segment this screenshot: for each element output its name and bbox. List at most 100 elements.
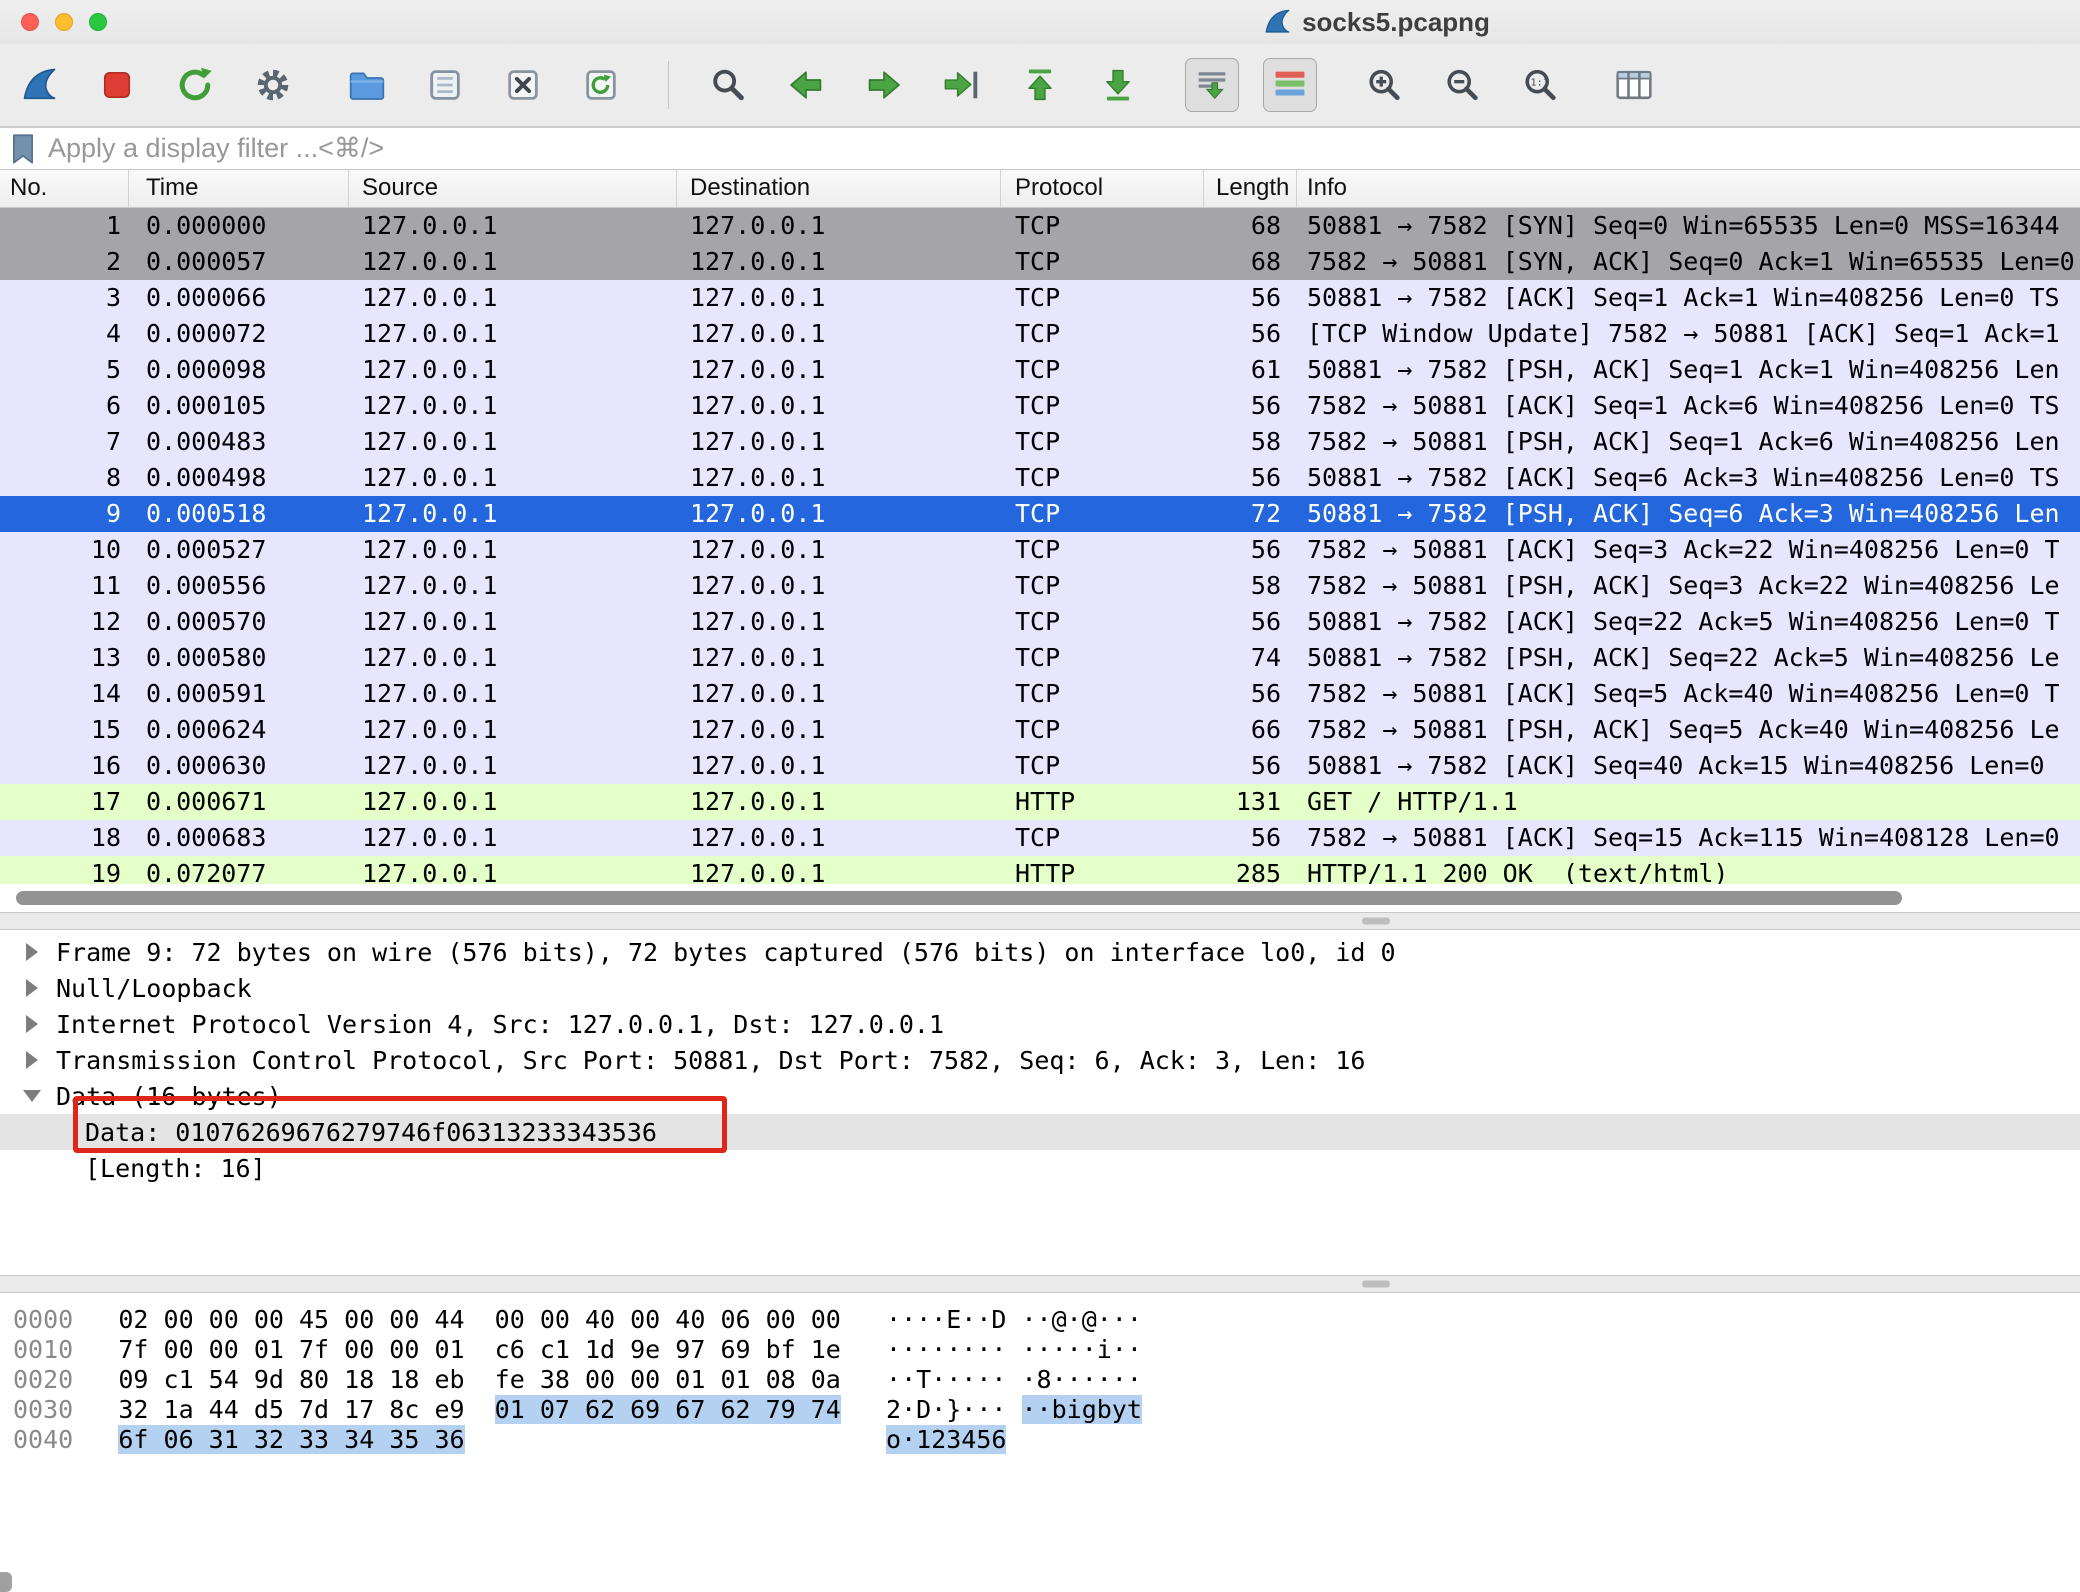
resize-columns-button[interactable] (1607, 58, 1661, 112)
column-header-length[interactable]: Length (1204, 170, 1297, 207)
packet-cell-len: 58 (1204, 568, 1297, 604)
packet-row-1[interactable]: 10.000000127.0.0.1127.0.0.1TCP6850881 → … (0, 208, 2080, 244)
packet-row-18[interactable]: 180.000683127.0.0.1127.0.0.1TCP567582 → … (0, 820, 2080, 856)
packet-row-11[interactable]: 110.000556127.0.0.1127.0.0.1TCP587582 → … (0, 568, 2080, 604)
packet-row-5[interactable]: 50.000098127.0.0.1127.0.0.1TCP6150881 → … (0, 352, 2080, 388)
wireshark-logo-icon (1262, 7, 1292, 37)
go-to-packet-button[interactable] (935, 58, 989, 112)
packet-row-4[interactable]: 40.000072127.0.0.1127.0.0.1TCP56[TCP Win… (0, 316, 2080, 352)
hex-row-0040[interactable]: 0040 6f 06 31 32 33 34 35 36 o·123456 (13, 1425, 2080, 1455)
bookmark-icon[interactable] (10, 133, 36, 165)
packet-cell-dst: 127.0.0.1 (677, 712, 1001, 748)
zoom-in-button[interactable] (1357, 58, 1411, 112)
packet-cell-no: 5 (0, 352, 129, 388)
detail-row-1[interactable]: Null/Loopback (0, 970, 2080, 1006)
column-header-time[interactable]: Time (129, 170, 349, 207)
save-file-button[interactable] (418, 58, 472, 112)
expand-arrow-icon[interactable] (26, 1015, 38, 1033)
packet-cell-src: 127.0.0.1 (349, 856, 677, 884)
zoom-group: 1:1 (1357, 58, 1567, 112)
column-header-info[interactable]: Info (1297, 170, 2080, 207)
display-filter-input[interactable] (48, 133, 2080, 164)
packet-cell-src: 127.0.0.1 (349, 244, 677, 280)
packet-row-12[interactable]: 120.000570127.0.0.1127.0.0.1TCP5650881 →… (0, 604, 2080, 640)
zoom-out-icon (1442, 65, 1482, 105)
packet-cell-time: 0.000580 (129, 640, 349, 676)
packet-cell-src: 127.0.0.1 (349, 532, 677, 568)
expand-arrow-icon[interactable] (26, 1051, 38, 1069)
hex-gap (841, 1395, 886, 1424)
packet-cell-info: 7582 → 50881 [ACK] Seq=15 Ack=115 Win=40… (1297, 820, 2080, 856)
packet-row-7[interactable]: 70.000483127.0.0.1127.0.0.1TCP587582 → 5… (0, 424, 2080, 460)
column-header-protocol[interactable]: Protocol (1001, 170, 1204, 207)
packet-row-15[interactable]: 150.000624127.0.0.1127.0.0.1TCP667582 → … (0, 712, 2080, 748)
packet-cell-proto: TCP (1001, 640, 1204, 676)
go-previous-button[interactable] (779, 58, 833, 112)
expand-arrow-icon[interactable] (26, 943, 38, 961)
packet-cell-len: 56 (1204, 676, 1297, 712)
hex-row-0000[interactable]: 0000 02 00 00 00 45 00 00 44 00 00 40 00… (13, 1305, 2080, 1335)
packet-row-19[interactable]: 190.072077127.0.0.1127.0.0.1HTTP285HTTP/… (0, 856, 2080, 884)
packet-cell-proto: TCP (1001, 244, 1204, 280)
auto-scroll-button[interactable] (1185, 58, 1239, 112)
window-controls (21, 13, 107, 31)
packet-row-17[interactable]: 170.000671127.0.0.1127.0.0.1HTTP131GET /… (0, 784, 2080, 820)
hex-offset: 0020 (13, 1365, 73, 1394)
hex-scrollbar-stub[interactable] (0, 1572, 12, 1592)
hex-offset: 0010 (13, 1335, 73, 1364)
packet-list-hscroll-thumb[interactable] (16, 891, 1902, 905)
restart-capture-button[interactable] (168, 58, 222, 112)
detail-row-4[interactable]: Data (16 bytes) (0, 1078, 2080, 1114)
packet-cell-dst: 127.0.0.1 (677, 604, 1001, 640)
detail-row-2[interactable]: Internet Protocol Version 4, Src: 127.0.… (0, 1006, 2080, 1042)
start-capture-button[interactable] (12, 58, 66, 112)
zoom-window-button[interactable] (89, 13, 107, 31)
go-last-button[interactable] (1091, 58, 1145, 112)
hex-ascii-left: ····E··D (886, 1305, 1006, 1334)
packet-row-14[interactable]: 140.000591127.0.0.1127.0.0.1TCP567582 → … (0, 676, 2080, 712)
capture-options-button[interactable] (246, 58, 300, 112)
detail-row-6[interactable]: [Length: 16] (0, 1150, 2080, 1186)
packet-cell-info: 50881 → 7582 [ACK] Seq=40 Ack=15 Win=408… (1297, 748, 2080, 784)
close-file-button[interactable] (496, 58, 550, 112)
collapse-arrow-icon[interactable] (23, 1090, 41, 1102)
column-header-no[interactable]: No. (0, 170, 129, 207)
packet-row-16[interactable]: 160.000630127.0.0.1127.0.0.1TCP5650881 →… (0, 748, 2080, 784)
packet-row-3[interactable]: 30.000066127.0.0.1127.0.0.1TCP5650881 → … (0, 280, 2080, 316)
go-first-button[interactable] (1013, 58, 1067, 112)
open-file-button[interactable] (340, 58, 394, 112)
capture-group (12, 58, 300, 112)
packet-row-10[interactable]: 100.000527127.0.0.1127.0.0.1TCP567582 → … (0, 532, 2080, 568)
packet-cell-src: 127.0.0.1 (349, 424, 677, 460)
packet-cell-info: HTTP/1.1 200 OK (text/html) (1297, 856, 2080, 884)
column-header-destination[interactable]: Destination (677, 170, 1001, 207)
hex-row-0030[interactable]: 0030 32 1a 44 d5 7d 17 8c e9 01 07 62 69… (13, 1395, 2080, 1425)
colorize-button[interactable] (1263, 58, 1317, 112)
packet-row-6[interactable]: 60.000105127.0.0.1127.0.0.1TCP567582 → 5… (0, 388, 2080, 424)
list-detail-splitter[interactable] (0, 912, 2080, 930)
column-header-source[interactable]: Source (349, 170, 677, 207)
stop-capture-button[interactable] (90, 58, 144, 112)
packet-row-13[interactable]: 130.000580127.0.0.1127.0.0.1TCP7450881 →… (0, 640, 2080, 676)
hex-row-0010[interactable]: 0010 7f 00 00 01 7f 00 00 01 c6 c1 1d 9e… (13, 1335, 2080, 1365)
packet-row-8[interactable]: 80.000498127.0.0.1127.0.0.1TCP5650881 → … (0, 460, 2080, 496)
zoom-out-button[interactable] (1435, 58, 1489, 112)
hex-row-0020[interactable]: 0020 09 c1 54 9d 80 18 18 eb fe 38 00 00… (13, 1365, 2080, 1395)
go-next-button[interactable] (857, 58, 911, 112)
detail-row-text: Data (16 bytes) (56, 1082, 282, 1111)
packet-row-2[interactable]: 20.000057127.0.0.1127.0.0.1TCP687582 → 5… (0, 244, 2080, 280)
close-window-button[interactable] (21, 13, 39, 31)
expand-arrow-icon[interactable] (26, 979, 38, 997)
reload-file-button[interactable] (574, 58, 628, 112)
detail-hex-splitter[interactable] (0, 1275, 2080, 1293)
minimize-window-button[interactable] (55, 13, 73, 31)
packet-row-9[interactable]: 90.000518127.0.0.1127.0.0.1TCP7250881 → … (0, 496, 2080, 532)
hex-offset: 0030 (13, 1395, 73, 1424)
detail-row-0[interactable]: Frame 9: 72 bytes on wire (576 bits), 72… (0, 934, 2080, 970)
packet-cell-info: 7582 → 50881 [ACK] Seq=3 Ack=22 Win=4082… (1297, 532, 2080, 568)
detail-row-3[interactable]: Transmission Control Protocol, Src Port:… (0, 1042, 2080, 1078)
packet-cell-dst: 127.0.0.1 (677, 568, 1001, 604)
find-packet-button[interactable] (701, 58, 755, 112)
detail-row-5[interactable]: Data: 01076269676279746f06313233343536 (0, 1114, 2080, 1150)
zoom-reset-button[interactable]: 1:1 (1513, 58, 1567, 112)
